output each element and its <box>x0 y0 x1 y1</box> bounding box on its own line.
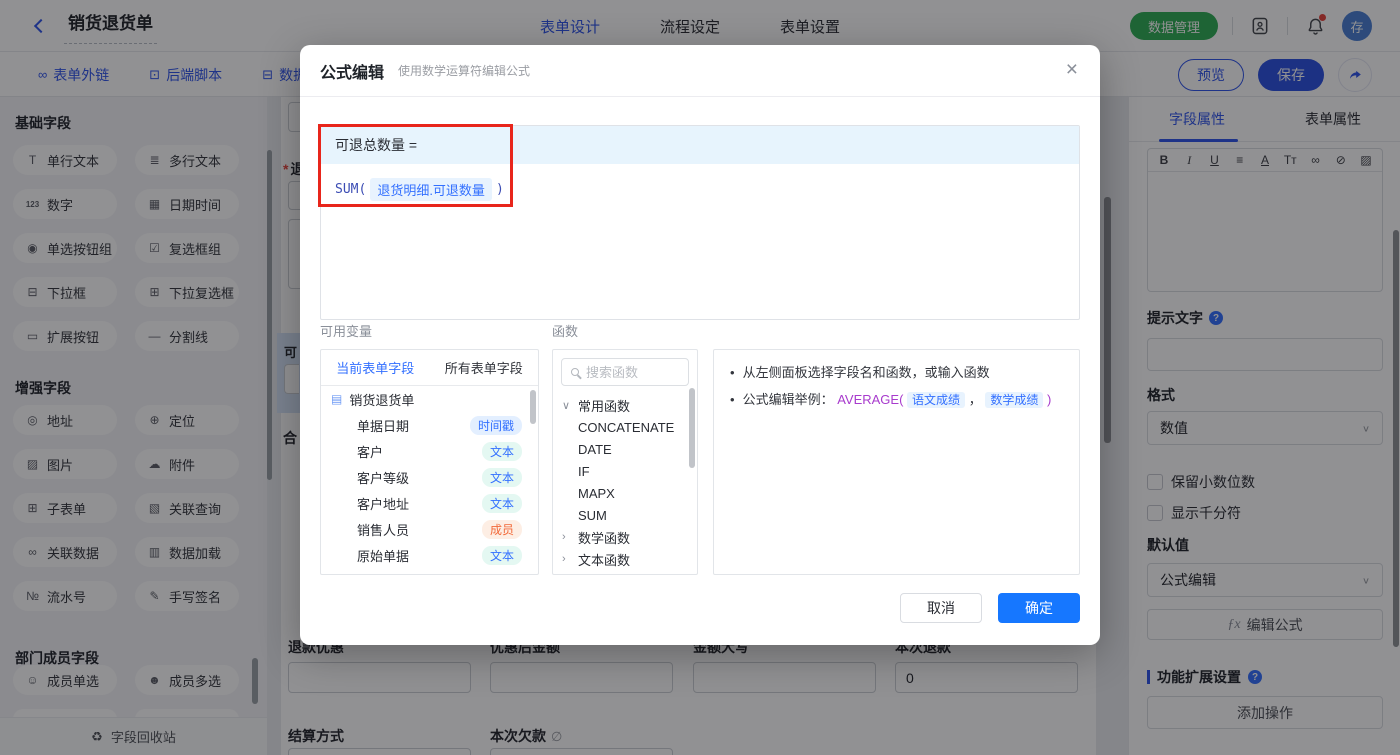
functions-scrollbar[interactable] <box>689 388 695 468</box>
function-item[interactable]: DATE <box>553 438 697 460</box>
tab-all-form-fields[interactable]: 所有表单字段 <box>430 350 539 385</box>
variable-type-badge: 时间戳 <box>469 415 522 435</box>
confirm-button[interactable]: 确定 <box>998 593 1080 623</box>
example-field-token: 语文成绩 <box>907 392 966 408</box>
help-tip-1: 从左侧面板选择字段名和函数，或输入函数 <box>742 365 990 380</box>
app-root: 销货退货单 表单设计流程设定表单设置 数据管理 存 ∞表单外链⊡后端脚本⊟数据权… <box>0 0 1400 755</box>
chevron-right-icon: › <box>562 531 566 543</box>
variable-type-badge: 文本 <box>481 545 522 565</box>
variable-name: 客户等级 <box>357 470 410 486</box>
formula-close-paren: ) <box>495 182 504 197</box>
variable-name: 单据日期 <box>357 418 410 434</box>
modal-subtitle: 使用数学运算符编辑公式 <box>398 64 531 78</box>
close-icon[interactable]: × <box>1066 59 1078 80</box>
document-icon: ▤ <box>331 392 343 406</box>
tab-current-form-fields[interactable]: 当前表单字段 <box>321 350 430 385</box>
function-group-name: 数学函数 <box>578 530 631 546</box>
chevron-down-icon: ∨ <box>562 399 571 412</box>
example-function-name: AVERAGE( <box>837 392 904 407</box>
function-group-name: 文本函数 <box>578 552 631 568</box>
function-item[interactable]: CONCATENATE <box>553 416 697 438</box>
variable-row[interactable]: 客户 文本 <box>321 438 538 464</box>
formula-editor-modal: 公式编辑 使用数学运算符编辑公式 × 可退总数量 = SUM( 退货明细.可退数… <box>300 45 1100 645</box>
bullet: • <box>730 365 735 380</box>
variable-type-badge: 文本 <box>481 441 522 461</box>
variable-row[interactable]: 单据日期 时间戳 <box>321 412 538 438</box>
help-tip-2: 公式编辑举例： AVERAGE( 语文成绩 ， 数学成绩 ) <box>742 392 1052 408</box>
variable-type-badge: 文本 <box>481 493 522 513</box>
variable-type-badge: 成员 <box>481 519 522 539</box>
function-group-collapsed[interactable]: › 文本函数 <box>553 548 697 570</box>
variables-panel: 当前表单字段 所有表单字段 ▤ 销货退货单 单据日期 时间戳 客户 文本 客户等级 文本客… <box>320 349 539 575</box>
cancel-button[interactable]: 取消 <box>900 593 982 623</box>
functions-label: 函数 <box>552 324 579 339</box>
formula-field-token[interactable]: 退货明细.可退数量 <box>370 178 492 201</box>
form-tree-root[interactable]: ▤ 销货退货单 <box>321 386 538 412</box>
formula-input-area[interactable]: 可退总数量 = SUM( 退货明细.可退数量 ) <box>320 125 1080 320</box>
variables-label: 可用变量 <box>320 324 373 339</box>
function-group-collapsed[interactable]: › 数学函数 <box>553 526 697 548</box>
search-icon <box>571 368 579 376</box>
example-field-token: 数学成绩 <box>985 392 1044 408</box>
functions-panel: ∨ 常用函数 CONCATENATEDATEIFMAPXSUM › 数学函数 › 文本函数 <box>552 349 698 575</box>
chevron-right-icon: › <box>562 553 566 565</box>
variable-row[interactable]: 客户等级 文本 <box>321 464 538 490</box>
variable-row[interactable]: 销售人员 成员 <box>321 516 538 542</box>
function-group-name: 常用函数 <box>578 398 631 414</box>
variable-name: 客户地址 <box>357 496 410 512</box>
function-search <box>561 358 689 386</box>
function-item[interactable]: IF <box>553 460 697 482</box>
variable-row[interactable]: 原始单据 文本 <box>321 542 538 568</box>
variable-name: 销售人员 <box>357 522 410 538</box>
variable-name: 客户 <box>357 444 384 460</box>
bullet: • <box>730 392 735 407</box>
function-search-input[interactable] <box>586 364 676 380</box>
modal-header: 公式编辑 使用数学运算符编辑公式 × <box>300 45 1100 97</box>
formula-help-panel: • 从左侧面板选择字段名和函数，或输入函数 • 公式编辑举例： AVERAGE(… <box>713 349 1080 575</box>
variable-type-badge: 文本 <box>481 467 522 487</box>
variables-scrollbar[interactable] <box>530 390 536 424</box>
function-group-expanded[interactable]: ∨ 常用函数 <box>553 394 697 416</box>
formula-function: SUM( <box>335 182 367 197</box>
modal-title: 公式编辑 <box>320 64 385 82</box>
variable-row[interactable]: 客户地址 文本 <box>321 490 538 516</box>
variable-name: 原始单据 <box>357 548 410 564</box>
function-item[interactable]: MAPX <box>553 482 697 504</box>
function-item[interactable]: SUM <box>553 504 697 526</box>
formula-target: 可退总数量 = <box>321 126 1079 164</box>
